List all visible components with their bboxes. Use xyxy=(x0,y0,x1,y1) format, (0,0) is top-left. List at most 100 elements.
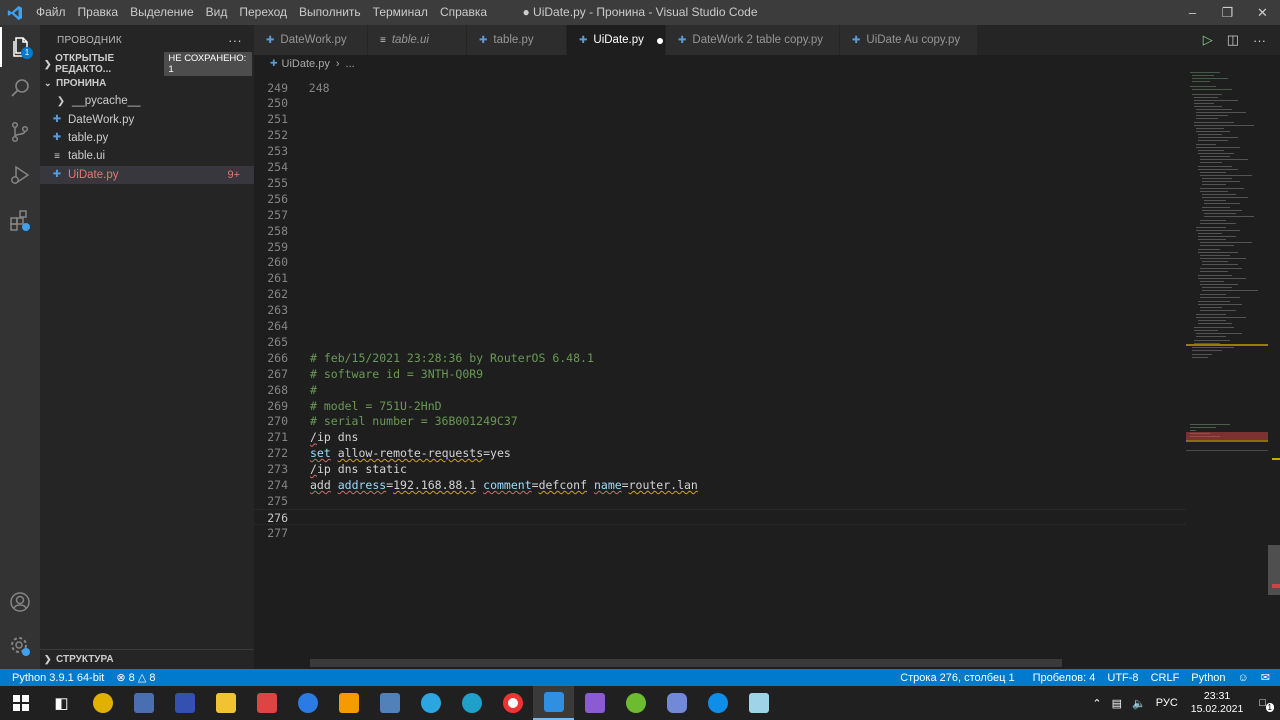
cursor-position[interactable]: Строка 276, столбец 1 xyxy=(894,672,1020,684)
tree-item-uidate[interactable]: ✚ UiDate.py 9+ xyxy=(40,165,254,184)
menu-file[interactable]: Файл xyxy=(30,0,72,25)
code-line[interactable]: 262 xyxy=(254,286,1186,302)
code-line[interactable]: 255 xyxy=(254,175,1186,191)
tree-item-pycache[interactable]: ❯ __pycache__ xyxy=(40,92,254,110)
notifications-bell-icon[interactable]: ✉ xyxy=(1255,671,1280,684)
extensions-icon[interactable] xyxy=(0,201,40,241)
menu-help[interactable]: Справка xyxy=(434,0,493,25)
yandex-app-icon[interactable] xyxy=(492,686,533,720)
network-icon[interactable]: ▤ xyxy=(1107,697,1127,710)
maximize-button[interactable]: ❐ xyxy=(1210,0,1245,25)
menu-selection[interactable]: Выделение xyxy=(124,0,200,25)
breadcrumb-file[interactable]: UiDate.py xyxy=(282,58,330,70)
chevron-up-icon[interactable]: ⌃ xyxy=(1087,697,1106,710)
input-language[interactable]: РУС xyxy=(1151,697,1183,709)
code-line[interactable]: 271/ip dns xyxy=(254,429,1186,445)
menu-edit[interactable]: Правка xyxy=(72,0,125,25)
teamviewer-app-icon[interactable] xyxy=(697,686,738,720)
menu-run[interactable]: Выполнить xyxy=(293,0,367,25)
code-line[interactable]: 263 xyxy=(254,302,1186,318)
tab-table-py[interactable]: ✚ table.py xyxy=(467,25,567,55)
mail-at-app-icon[interactable] xyxy=(287,686,328,720)
mail-envelope-app-icon[interactable] xyxy=(328,686,369,720)
encoding[interactable]: UTF-8 xyxy=(1101,672,1144,684)
clock[interactable]: 23:31 15.02.2021 xyxy=(1183,690,1252,716)
code-line[interactable]: 273/ip dns static xyxy=(254,461,1186,477)
code-line[interactable]: 253 xyxy=(254,143,1186,159)
menu-view[interactable]: Вид xyxy=(200,0,234,25)
code-line[interactable]: 267 # software id = 3NTH-Q0R9 xyxy=(254,366,1186,382)
tab-datework2[interactable]: ✚ DateWork 2 table copy.py xyxy=(666,25,840,55)
notification-center-icon[interactable]: □ 1 xyxy=(1251,697,1280,712)
code-line[interactable]: 275 xyxy=(254,493,1186,509)
code-line[interactable]: 256 xyxy=(254,191,1186,207)
unsaved-dot-icon[interactable]: ● xyxy=(656,32,664,48)
volume-icon[interactable]: 🔈 xyxy=(1127,697,1151,710)
utorrent-app-icon[interactable] xyxy=(615,686,656,720)
code-line[interactable]: 261 xyxy=(254,270,1186,286)
minimize-button[interactable]: – xyxy=(1175,0,1210,25)
close-button[interactable]: ✕ xyxy=(1245,0,1280,25)
calculator-app-icon[interactable] xyxy=(164,686,205,720)
tab-datework[interactable]: ✚ DateWork.py xyxy=(254,25,368,55)
code-editor[interactable]: 248 249 250 251 252 253 254 255 256 257 258 259 260… xyxy=(254,72,1186,662)
more-icon[interactable]: ··· xyxy=(1253,33,1266,48)
split-editor-icon[interactable]: ◫ xyxy=(1227,32,1239,48)
menu-terminal[interactable]: Терминал xyxy=(367,0,434,25)
source-control-icon[interactable] xyxy=(0,112,40,152)
code-line[interactable]: 272 set allow-remote-requests=yes xyxy=(254,445,1186,461)
tab-uidate[interactable]: ✚ UiDate.py ● xyxy=(567,25,666,55)
telegram-app-icon[interactable] xyxy=(410,686,451,720)
language-mode[interactable]: Python xyxy=(1185,672,1231,684)
code-line[interactable]: 251 xyxy=(254,111,1186,127)
code-line[interactable]: 264 xyxy=(254,318,1186,334)
code-line[interactable]: 274 add address=192.168.88.1 comment=defc… xyxy=(254,477,1186,493)
breadcrumb-rest[interactable]: ... xyxy=(346,58,355,70)
notepad-app-icon[interactable] xyxy=(738,686,779,720)
tab-uidate-copy[interactable]: ✚ UiDate Au copy.py xyxy=(840,25,978,55)
tree-item-table-ui[interactable]: ≡ table.ui xyxy=(40,147,254,165)
save-app-icon[interactable] xyxy=(123,686,164,720)
code-line[interactable]: 257 xyxy=(254,207,1186,223)
run-icon[interactable]: ▷ xyxy=(1203,32,1213,48)
tab-table-ui[interactable]: ≡ table.ui xyxy=(368,25,467,55)
file-explorer-icon[interactable] xyxy=(205,686,246,720)
code-line[interactable]: 249 xyxy=(254,80,1186,96)
discord-app-icon[interactable] xyxy=(656,686,697,720)
menu-go[interactable]: Переход xyxy=(233,0,293,25)
code-line[interactable]: 260 xyxy=(254,254,1186,270)
tree-item-datework[interactable]: ✚ DateWork.py xyxy=(40,110,254,128)
code-line[interactable]: 254 xyxy=(254,159,1186,175)
vscode-app-icon[interactable] xyxy=(533,686,574,720)
folder-section[interactable]: ⌄ ПРОНИНА xyxy=(40,74,254,92)
code-line[interactable]: 250 xyxy=(254,95,1186,111)
code-line[interactable]: 266 # feb/15/2021 23:28:36 by RouterOS 6.… xyxy=(254,350,1186,366)
python-interpreter[interactable]: Python 3.9.1 64-bit xyxy=(0,672,110,684)
feedback-icon[interactable]: ☺ xyxy=(1232,672,1255,684)
windows-start-icon[interactable] xyxy=(0,686,41,720)
end-of-line[interactable]: CRLF xyxy=(1145,672,1186,684)
code-line[interactable]: 258 xyxy=(254,223,1186,239)
open-editors-section[interactable]: ❯ ОТКРЫТЫЕ РЕДАКТО... НЕ СОХРАНЕНО: 1 xyxy=(40,52,254,76)
search-icon[interactable] xyxy=(0,69,40,109)
code-line[interactable]: 269 # model = 751U-2HnD xyxy=(254,398,1186,414)
minimap[interactable] xyxy=(1186,72,1268,669)
vk-app-icon[interactable] xyxy=(369,686,410,720)
tree-item-table-py[interactable]: ✚ table.py xyxy=(40,129,254,147)
code-line[interactable]: 268 # xyxy=(254,382,1186,398)
more-actions-button[interactable]: ··· xyxy=(228,33,242,48)
code-line[interactable]: 265 xyxy=(254,334,1186,350)
horizontal-scrollbar[interactable] xyxy=(310,659,1062,667)
edge-app-icon[interactable] xyxy=(451,686,492,720)
current-code-line[interactable]: 276 xyxy=(254,508,1186,525)
vertical-scrollbar[interactable] xyxy=(1268,72,1280,669)
code-line[interactable]: 259 xyxy=(254,239,1186,255)
visual-studio-app-icon[interactable] xyxy=(574,686,615,720)
mail-app-icon[interactable] xyxy=(246,686,287,720)
outline-section[interactable]: ❯ СТРУКТУРА xyxy=(40,649,254,669)
indentation[interactable]: Пробелов: 4 xyxy=(1027,672,1102,684)
explorer-icon[interactable]: 1 xyxy=(0,27,40,67)
task-view-icon[interactable]: ◧ xyxy=(41,686,82,720)
run-debug-icon[interactable] xyxy=(0,155,40,195)
settings-gear-icon[interactable] xyxy=(0,626,40,666)
